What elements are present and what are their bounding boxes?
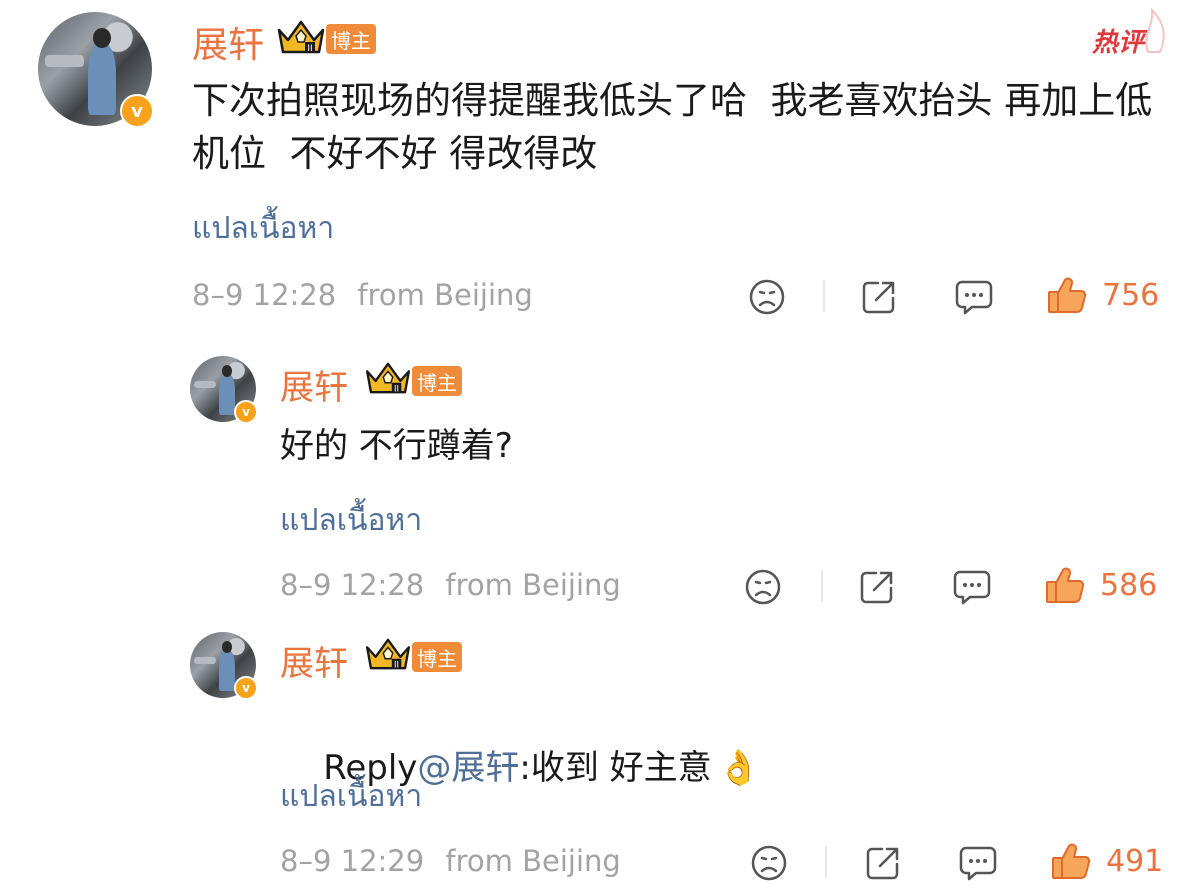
timestamp: 8–9 12:29 [280, 844, 425, 878]
sad-face-icon[interactable] [748, 278, 786, 316]
comment-icon[interactable] [952, 568, 992, 606]
comment-meta: 8–9 12:28 from Beijing [192, 278, 533, 312]
divider [823, 280, 825, 312]
crown-icon: II [365, 362, 411, 394]
translate-link[interactable]: แปลเนื้อหา [192, 205, 334, 252]
comment-text: 下次拍照现场的得提醒我低头了哈 我老喜欢抬头 再加上低机位 不好不好 得改得改 [192, 79, 1153, 175]
like-count: 586 [1100, 568, 1158, 603]
svg-text:II: II [394, 384, 399, 394]
thumbs-up-icon[interactable] [1046, 274, 1088, 316]
sad-face-icon[interactable] [750, 844, 788, 882]
avatar[interactable]: v [38, 12, 154, 128]
verified-badge: v [120, 94, 154, 128]
avatar[interactable]: v [190, 632, 258, 700]
reply-body: :收到 好主意 [519, 748, 712, 788]
comment-meta: 8–9 12:29 from Beijing [280, 844, 621, 878]
svg-text:II: II [394, 660, 399, 670]
translate-link[interactable]: แปลเนื้อหา [280, 497, 422, 544]
comment-icon[interactable] [954, 278, 994, 316]
blogger-badge: 博主 [412, 642, 462, 672]
verified-badge: v [234, 676, 258, 700]
mention-link[interactable]: @展轩 [417, 748, 519, 788]
thumbs-up-icon[interactable] [1050, 840, 1092, 882]
share-icon[interactable] [864, 844, 902, 882]
svg-text:II: II [307, 44, 312, 54]
divider [825, 846, 827, 878]
username[interactable]: 展轩 [280, 636, 348, 685]
location: from Beijing [445, 844, 621, 878]
like-count: 756 [1102, 278, 1160, 313]
avatar[interactable]: v [190, 356, 258, 424]
thumbs-up-icon[interactable] [1044, 564, 1086, 606]
ok-hand-emoji-icon: 👌 [717, 748, 761, 788]
comment-icon[interactable] [958, 844, 998, 882]
username[interactable]: 展轩 [280, 360, 348, 409]
location: from Beijing [445, 568, 621, 602]
crown-icon: II [277, 20, 325, 54]
timestamp: 8–9 12:28 [192, 278, 337, 312]
comment-item: v 展轩 II 博主 下次拍照现场的得提醒我低头了哈 我老喜欢抬头 再加上低机位… [0, 0, 1200, 330]
crown-icon: II [365, 638, 411, 670]
location: from Beijing [357, 278, 533, 312]
verified-badge: v [234, 400, 258, 424]
share-icon[interactable] [860, 278, 898, 316]
comment-meta: 8–9 12:28 from Beijing [280, 568, 621, 602]
like-count: 491 [1106, 844, 1164, 879]
username[interactable]: 展轩 [192, 16, 264, 68]
share-icon[interactable] [858, 568, 896, 606]
timestamp: 8–9 12:28 [280, 568, 425, 602]
divider [821, 570, 823, 602]
blogger-badge: 博主 [412, 366, 462, 396]
blogger-badge: 博主 [326, 24, 376, 54]
sad-face-icon[interactable] [744, 568, 782, 606]
comment-text: 好的 不行蹲着? [280, 426, 513, 466]
translate-link[interactable]: แปลเนื้อหา [280, 773, 422, 820]
